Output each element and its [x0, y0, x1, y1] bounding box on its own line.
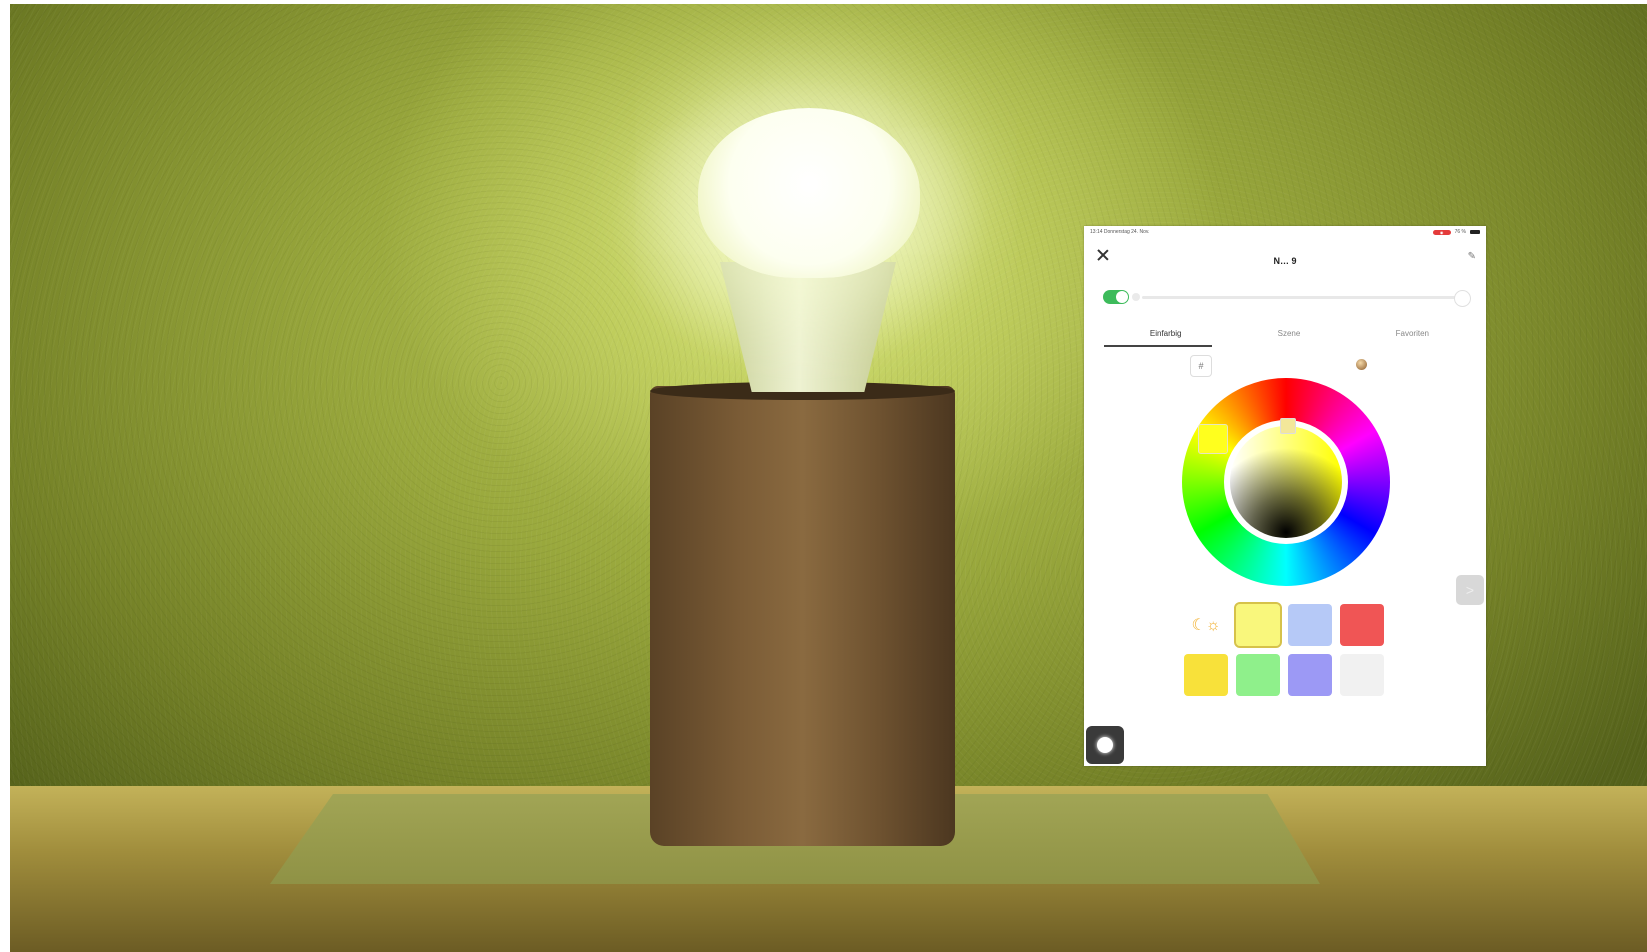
brightness-slider[interactable] — [1142, 296, 1464, 299]
preset-color-6[interactable] — [1288, 654, 1332, 696]
saturation-handle[interactable] — [1280, 418, 1296, 434]
tab-szene[interactable]: Szene — [1227, 326, 1350, 348]
battery-icon — [1470, 230, 1480, 234]
color-presets: ☾☼ — [1184, 602, 1390, 696]
preset-color-5[interactable] — [1236, 654, 1280, 696]
active-tab-underline — [1104, 345, 1212, 347]
next-arrow-button[interactable]: > — [1456, 575, 1484, 605]
recording-indicator: ◉ — [1432, 229, 1451, 235]
device-title: N… 9 — [1273, 256, 1297, 266]
selected-color-swatch — [1198, 424, 1228, 454]
lamp-holder — [650, 386, 955, 846]
light-mode-button[interactable] — [1086, 726, 1124, 764]
edit-icon[interactable]: ✎ — [1468, 251, 1476, 262]
tab-favoriten[interactable]: Favoriten — [1351, 326, 1474, 348]
battery-percent: 76 % — [1454, 229, 1466, 235]
app-panel: 13:14 Donnerstag 24. Nov. ◉ 76 % N… 9 ✎ … — [1084, 226, 1486, 766]
status-bar: 13:14 Donnerstag 24. Nov. ◉ 76 % — [1090, 229, 1480, 239]
saturation-disc[interactable] — [1230, 426, 1342, 538]
sun-moon-icon[interactable]: ☾☼ — [1184, 604, 1228, 646]
close-icon[interactable] — [1096, 248, 1110, 262]
preset-color-3[interactable] — [1340, 604, 1384, 646]
brightness-min-icon — [1132, 293, 1140, 301]
preset-color-1[interactable] — [1234, 602, 1282, 648]
preset-color-4[interactable] — [1184, 654, 1228, 696]
light-bulb — [698, 108, 920, 278]
eyedropper-icon[interactable] — [1350, 354, 1372, 376]
preset-color-2[interactable] — [1288, 604, 1332, 646]
toggle-knob — [1116, 291, 1128, 303]
status-time: 13:14 Donnerstag 24. Nov. — [1090, 229, 1150, 235]
brightness-slider-thumb[interactable] — [1454, 290, 1471, 307]
power-toggle[interactable] — [1103, 290, 1129, 304]
hex-input-icon[interactable]: # — [1190, 355, 1212, 377]
status-icons: ◉ 76 % — [1432, 229, 1480, 235]
preset-color-7[interactable] — [1340, 654, 1384, 696]
